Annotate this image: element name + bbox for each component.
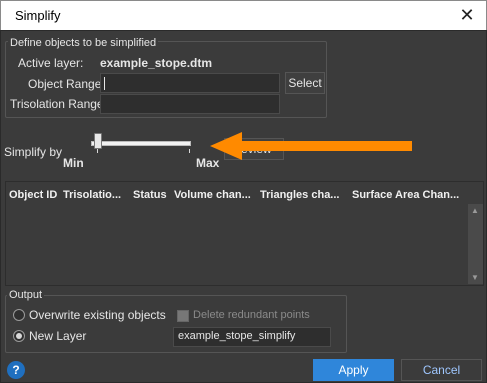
column-header[interactable]: Object ID <box>9 189 57 201</box>
results-table: Object ID Trisolatio... Status Volume ch… <box>5 181 484 286</box>
column-header[interactable]: Trisolatio... <box>63 189 121 201</box>
simplify-by-label: Simplify by <box>4 145 63 159</box>
output-legend: Output <box>7 289 45 301</box>
cancel-button[interactable]: Cancel <box>401 359 482 381</box>
trisolation-range-label: Trisolation Range <box>10 97 104 111</box>
slider-tick-max <box>189 149 190 153</box>
slider-tick-min <box>97 149 98 153</box>
new-layer-radio[interactable] <box>13 330 25 342</box>
trisolation-range-field[interactable] <box>100 94 280 114</box>
active-layer-value: example_stope.dtm <box>100 56 213 70</box>
window-title: Simplify <box>15 8 61 23</box>
dialog-body: Define objects to be simplified Active l… <box>0 30 487 383</box>
select-button[interactable]: Select <box>285 72 325 94</box>
column-header[interactable]: Triangles cha... <box>260 189 339 201</box>
new-layer-name-field[interactable]: example_stope_simplify <box>173 327 331 347</box>
object-range-field[interactable] <box>100 73 280 93</box>
close-icon[interactable]: ✕ <box>456 4 478 26</box>
scroll-up-icon[interactable]: ▲ <box>471 206 479 215</box>
preview-button[interactable]: Preview <box>224 138 284 160</box>
help-icon[interactable]: ? <box>7 361 25 379</box>
delete-redundant-label: Delete redundant points <box>193 309 310 321</box>
delete-redundant-checkbox[interactable] <box>177 310 189 322</box>
new-layer-name-value: example_stope_simplify <box>178 330 296 342</box>
title-bar: Simplify ✕ <box>0 0 487 30</box>
define-objects-legend: Define objects to be simplified <box>8 37 159 49</box>
column-header[interactable]: Surface Area Chan... <box>352 189 459 201</box>
column-header[interactable]: Volume chan... <box>174 189 251 201</box>
simplify-slider[interactable] <box>91 141 191 146</box>
apply-button[interactable]: Apply <box>313 359 394 381</box>
overwrite-label[interactable]: Overwrite existing objects <box>29 308 166 322</box>
overwrite-radio[interactable] <box>13 309 25 321</box>
table-scrollbar[interactable]: ▲ ▼ <box>468 204 483 284</box>
slider-max-label: Max <box>196 156 220 170</box>
new-layer-label[interactable]: New Layer <box>29 329 86 343</box>
scroll-down-icon[interactable]: ▼ <box>471 273 479 282</box>
object-range-label: Object Range <box>28 77 102 91</box>
column-header[interactable]: Status <box>133 189 167 201</box>
active-layer-label: Active layer: <box>18 56 84 70</box>
slider-thumb[interactable] <box>94 133 102 149</box>
slider-min-label: Min <box>63 156 84 170</box>
text-caret <box>104 77 105 90</box>
